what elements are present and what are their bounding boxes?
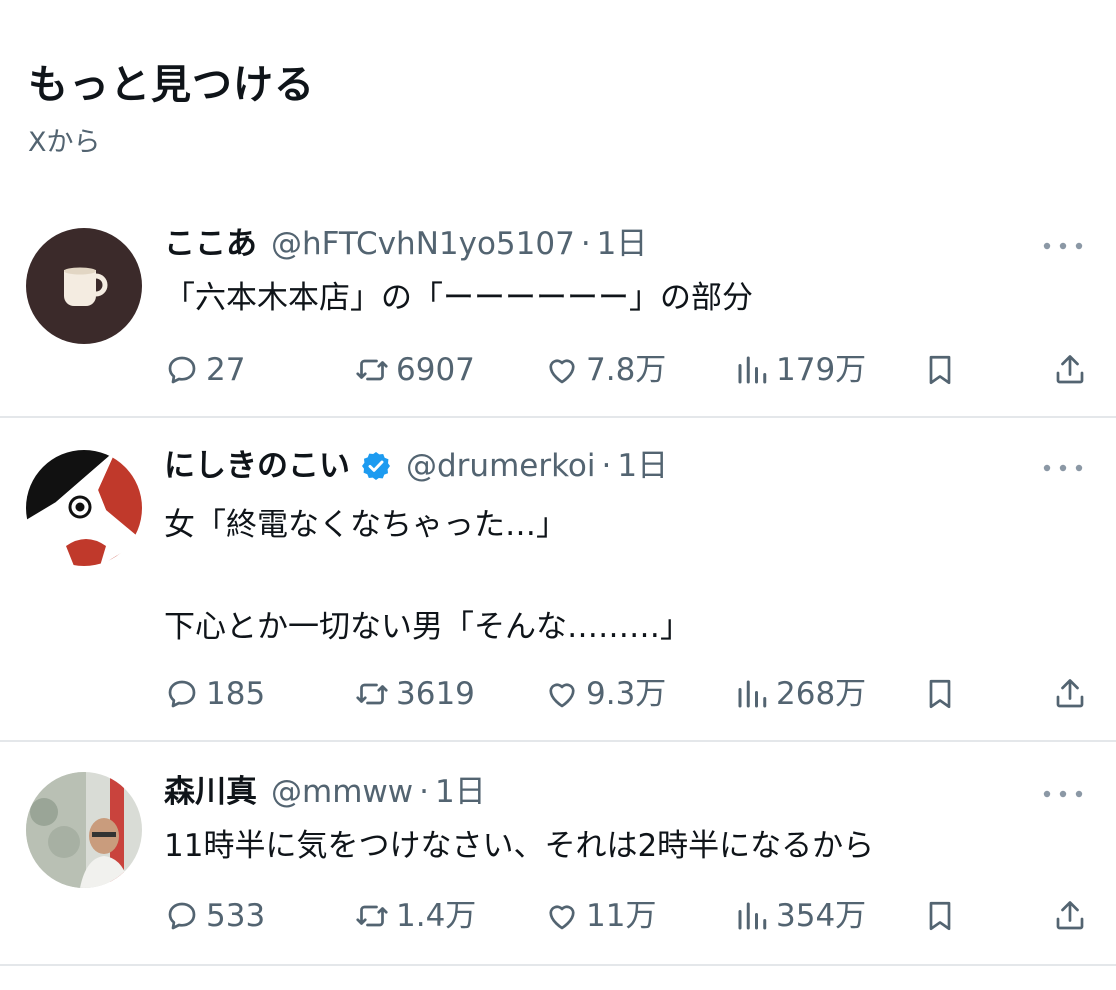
post-text: 女「終電なくなちゃった…」 下心とか一切ない男「そんな………」	[164, 507, 691, 645]
divider	[0, 964, 1116, 966]
more-icon[interactable]	[1040, 236, 1086, 256]
repost-button[interactable]: 6907	[354, 345, 475, 395]
like-button[interactable]: 9.3万	[544, 669, 666, 719]
bar-chart-icon	[738, 902, 767, 930]
share-icon[interactable]	[1052, 676, 1088, 712]
bookmark-icon[interactable]	[922, 676, 958, 712]
view-count: 179万	[776, 352, 867, 388]
post-time[interactable]: 1日	[597, 222, 648, 266]
reply-button[interactable]: 533	[164, 891, 265, 941]
share-icon[interactable]	[1052, 352, 1088, 388]
author-name[interactable]: ここあ	[164, 222, 257, 266]
heart-icon	[549, 905, 575, 930]
post-card[interactable]: にしきのこい @drumerkoi · 1日 女「終電なくなちゃった…」 下心と…	[0, 418, 1116, 742]
post-card[interactable]: 森川真 @mmww · 1日 11時半に気をつけなさい、それは2時半になるから …	[0, 742, 1116, 966]
post-time[interactable]: 1日	[435, 770, 486, 814]
separator-dot: ·	[580, 226, 591, 262]
post-text: 11時半に気をつけなさい、それは2時半になるから	[164, 828, 875, 864]
like-count: 7.8万	[586, 352, 667, 388]
bookmark-icon[interactable]	[922, 352, 958, 388]
reply-count: 533	[206, 898, 266, 934]
repost-count: 1.4万	[396, 898, 477, 934]
avatar[interactable]	[26, 450, 142, 566]
repost-icon	[356, 683, 388, 705]
reply-button[interactable]: 27	[164, 345, 245, 395]
coffee-mug-avatar-icon	[26, 228, 142, 344]
repost-button[interactable]: 3619	[354, 669, 475, 719]
post-text: 「六本木本店」の「ーーーーーー」の部分	[164, 280, 753, 316]
post-time[interactable]: 1日	[617, 444, 668, 488]
reply-icon	[168, 680, 196, 708]
more-icon[interactable]	[1040, 784, 1086, 804]
view-count: 354万	[776, 898, 867, 934]
like-count: 11万	[586, 898, 657, 934]
verified-badge-icon	[362, 452, 390, 480]
koi-fish-avatar-icon	[26, 450, 142, 566]
post-actions: 185 3619 9.3万 268万	[0, 669, 1116, 719]
reply-icon	[168, 902, 196, 930]
separator-dot: ·	[419, 774, 429, 810]
post-card[interactable]: ここあ @hFTCvhN1yo5107 · 1日 「六本木本店」の「ーーーーーー…	[0, 200, 1116, 418]
heart-icon	[549, 359, 575, 384]
author-handle[interactable]: @mmww	[271, 770, 413, 814]
reply-icon	[168, 356, 196, 384]
person-photo-avatar-icon	[26, 772, 142, 888]
reply-button[interactable]: 185	[164, 669, 265, 719]
author-handle[interactable]: @hFTCvhN1yo5107	[271, 222, 575, 266]
views-button[interactable]: 354万	[734, 891, 866, 941]
heart-icon	[549, 683, 575, 708]
section-subtitle: Xから	[28, 127, 101, 158]
avatar[interactable]	[26, 228, 142, 344]
author-name[interactable]: にしきのこい	[164, 444, 350, 488]
repost-icon	[356, 359, 388, 381]
like-button[interactable]: 7.8万	[544, 345, 666, 395]
repost-button[interactable]: 1.4万	[354, 891, 476, 941]
section-title: もっと見つける	[28, 62, 315, 108]
bar-chart-icon	[738, 680, 767, 708]
post-actions: 533 1.4万 11万 354万	[0, 891, 1116, 941]
like-count: 9.3万	[586, 676, 667, 712]
author-handle[interactable]: @drumerkoi	[406, 444, 596, 488]
more-icon[interactable]	[1040, 458, 1086, 478]
reply-count: 185	[206, 676, 266, 712]
view-count: 268万	[776, 676, 867, 712]
bookmark-icon[interactable]	[922, 898, 958, 934]
separator-dot: ·	[601, 448, 612, 484]
repost-count: 6907	[396, 352, 475, 388]
reply-count: 27	[206, 352, 246, 388]
like-button[interactable]: 11万	[544, 891, 656, 941]
share-icon[interactable]	[1052, 898, 1088, 934]
bar-chart-icon	[738, 356, 767, 384]
author-name[interactable]: 森川真	[164, 770, 257, 814]
views-button[interactable]: 268万	[734, 669, 866, 719]
post-actions: 27 6907 7.8万 179万	[0, 345, 1116, 395]
views-button[interactable]: 179万	[734, 345, 866, 395]
repost-icon	[356, 905, 388, 927]
avatar[interactable]	[26, 772, 142, 888]
repost-count: 3619	[396, 676, 475, 712]
